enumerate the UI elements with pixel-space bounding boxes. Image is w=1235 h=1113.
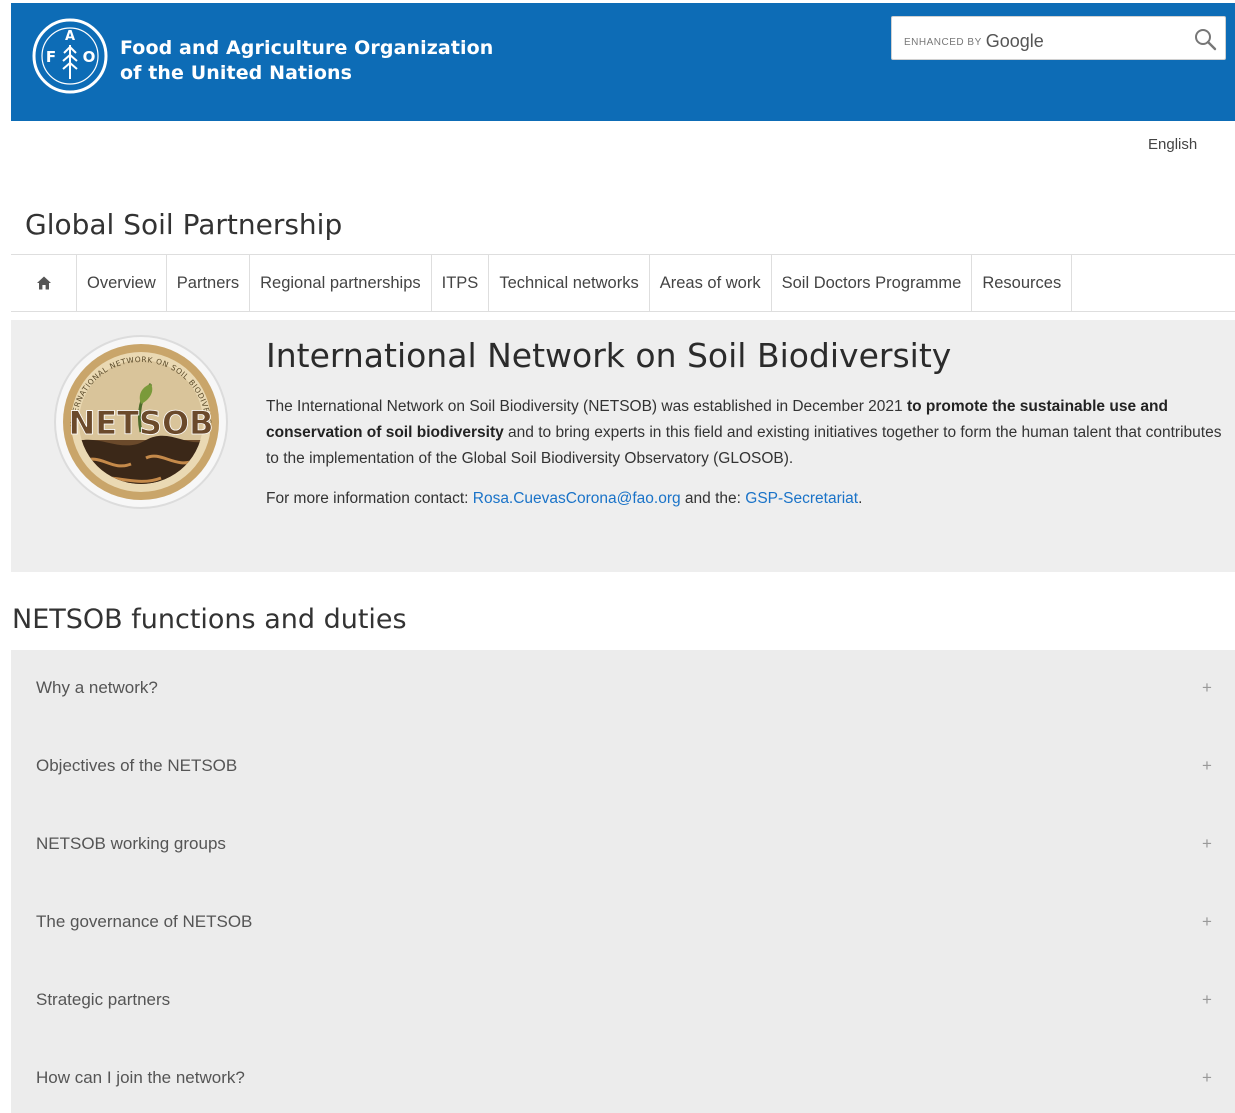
search-brand-prefix: ENHANCED BY xyxy=(904,37,982,48)
organization-name[interactable]: Food and Agriculture Organization of the… xyxy=(120,36,493,86)
site-header: A F O Food and Agriculture Organization … xyxy=(11,3,1235,121)
contact-suffix: . xyxy=(858,490,863,507)
home-icon xyxy=(36,276,51,290)
netsob-logo: INTERNATIONAL NETWORK ON SOIL BIODIVERSI… xyxy=(51,332,228,509)
accordion: Why a network? + Objectives of the NETSO… xyxy=(11,650,1235,1113)
contact-prefix: For more information contact: xyxy=(266,490,473,507)
accordion-item-governance[interactable]: The governance of NETSOB + xyxy=(11,884,1235,962)
plus-icon: + xyxy=(1202,678,1212,697)
accordion-item-label: Why a network? xyxy=(36,678,158,697)
intro-panel: INTERNATIONAL NETWORK ON SOIL BIODIVERSI… xyxy=(11,320,1235,572)
plus-icon: + xyxy=(1202,912,1212,931)
nav-soil-doctors-programme[interactable]: Soil Doctors Programme xyxy=(772,255,973,311)
contact-middle: and the: xyxy=(680,490,746,507)
nav-overview[interactable]: Overview xyxy=(77,255,167,311)
nav-areas-of-work[interactable]: Areas of work xyxy=(650,255,772,311)
accordion-item-label: Objectives of the NETSOB xyxy=(36,756,238,775)
organization-name-line2: of the United Nations xyxy=(120,62,353,84)
netsob-logo-wordmark: NETSOB xyxy=(68,404,213,442)
accordion-item-label: NETSOB working groups xyxy=(36,834,226,853)
plus-icon: + xyxy=(1202,756,1212,775)
nav-partners[interactable]: Partners xyxy=(167,255,251,311)
search-icon[interactable] xyxy=(1193,27,1217,51)
intro-description: The International Network on Soil Biodiv… xyxy=(266,394,1231,472)
nav-home[interactable] xyxy=(11,255,77,311)
plus-icon: + xyxy=(1202,834,1212,853)
accordion-item-how-to-join[interactable]: How can I join the network? + xyxy=(11,1040,1235,1113)
svg-text:F: F xyxy=(46,48,56,66)
contact-line: For more information contact: Rosa.Cueva… xyxy=(266,490,862,508)
nav-itps[interactable]: ITPS xyxy=(432,255,490,311)
contact-email-link[interactable]: Rosa.CuevasCorona@fao.org xyxy=(473,490,681,507)
accordion-item-objectives[interactable]: Objectives of the NETSOB + xyxy=(11,728,1235,806)
svg-text:O: O xyxy=(83,48,96,66)
gsp-secretariat-link[interactable]: GSP-Secretariat xyxy=(745,490,858,507)
plus-icon: + xyxy=(1202,1068,1212,1087)
fao-logo[interactable]: A F O xyxy=(31,17,109,95)
accordion-item-why-a-network[interactable]: Why a network? + xyxy=(11,650,1235,728)
language-selector[interactable]: English xyxy=(1148,136,1197,153)
nav-regional-partnerships[interactable]: Regional partnerships xyxy=(250,255,432,311)
accordion-item-label: How can I join the network? xyxy=(36,1068,245,1087)
accordion-item-strategic-partners[interactable]: Strategic partners + xyxy=(11,962,1235,1040)
nav-technical-networks[interactable]: Technical networks xyxy=(489,255,650,311)
intro-text-part1: The International Network on Soil Biodiv… xyxy=(266,398,907,415)
accordion-item-label: Strategic partners xyxy=(36,990,171,1009)
accordion-item-label: The governance of NETSOB xyxy=(36,912,253,931)
svg-text:A: A xyxy=(65,29,75,44)
accordion-item-working-groups[interactable]: NETSOB working groups + xyxy=(11,806,1235,884)
search-input[interactable]: ENHANCED BY Google xyxy=(891,16,1226,60)
google-wordmark: Google xyxy=(985,31,1044,51)
main-navigation: Overview Partners Regional partnerships … xyxy=(11,254,1235,312)
plus-icon: + xyxy=(1202,990,1212,1009)
section-title: NETSOB functions and duties xyxy=(12,604,407,635)
site-title[interactable]: Global Soil Partnership xyxy=(25,208,342,241)
search-brand: ENHANCED BY Google xyxy=(904,29,1044,51)
page-title: International Network on Soil Biodiversi… xyxy=(266,336,952,375)
nav-resources[interactable]: Resources xyxy=(972,255,1073,311)
organization-name-line1: Food and Agriculture Organization xyxy=(120,37,494,59)
